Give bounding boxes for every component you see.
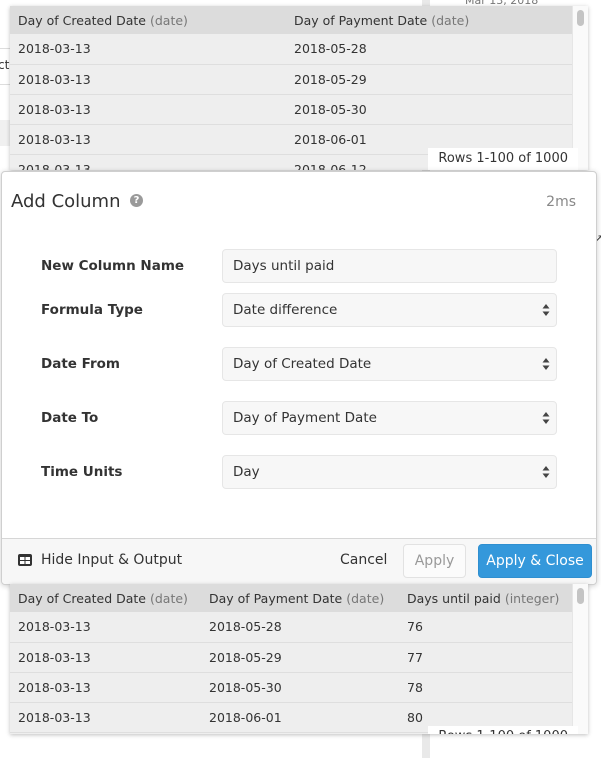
table-cell: 77 xyxy=(399,642,572,673)
table-cell: 2018-03-13 xyxy=(10,642,201,673)
row-count-label: Rows 1-100 of 1000 xyxy=(428,726,578,734)
select-arrows-icon xyxy=(542,358,550,370)
table-header-row: Day of Created Date (date) Day of Paymen… xyxy=(10,584,572,612)
apply-and-close-button[interactable]: Apply & Close xyxy=(478,544,592,578)
scrollbar-thumb[interactable] xyxy=(577,588,584,604)
form-row-time-units: Time Units Day xyxy=(41,455,557,489)
column-header[interactable]: Day of Payment Date (date) xyxy=(286,6,572,34)
column-header[interactable]: Days until paid (integer) xyxy=(399,584,572,612)
table-cell: 2018-05-30 xyxy=(201,672,399,703)
cancel-button[interactable]: Cancel xyxy=(340,552,387,568)
add-column-dialog: Add Column ? 2ms New Column Name Formula… xyxy=(1,171,597,585)
date-to-select[interactable]: Day of Payment Date xyxy=(222,401,557,435)
select-arrows-icon xyxy=(542,466,550,478)
formula-type-select[interactable]: Date difference xyxy=(222,293,557,327)
time-units-select[interactable]: Day xyxy=(222,455,557,489)
table-cell: 2018-05-28 xyxy=(286,34,572,65)
vertical-scrollbar[interactable] xyxy=(572,584,588,734)
table-cell: 2018-06-12 xyxy=(201,732,399,734)
table-cell: 78 xyxy=(399,672,572,703)
column-header[interactable]: Day of Created Date (date) xyxy=(10,584,201,612)
field-label: Date From xyxy=(41,356,120,372)
table-cell: 2018-03-13 xyxy=(10,34,286,65)
field-label: Time Units xyxy=(41,464,123,480)
dialog-footer: Hide Input & Output Cancel Apply Apply &… xyxy=(2,538,596,584)
row-count-label: Rows 1-100 of 1000 xyxy=(428,148,578,170)
new-column-name-input[interactable] xyxy=(222,249,557,283)
field-label: Date To xyxy=(41,410,99,426)
table-row: 2018-03-13 2018-05-28 xyxy=(10,34,572,65)
table-icon xyxy=(18,554,32,566)
form-row-date-to: Date To Day of Payment Date xyxy=(41,401,557,435)
form-row-new-column-name: New Column Name xyxy=(41,249,557,283)
apply-button[interactable]: Apply xyxy=(403,544,466,578)
table-cell: 2018-03-13 xyxy=(10,702,201,733)
table-row: 2018-03-13 2018-05-30 xyxy=(10,94,572,125)
select-value: Date difference xyxy=(233,302,338,318)
table-cell: 2018-03-13 xyxy=(10,124,286,155)
select-arrows-icon xyxy=(542,304,550,316)
form-row-date-from: Date From Day of Created Date xyxy=(41,347,557,381)
select-value: Day of Payment Date xyxy=(233,410,377,426)
table-row: 2018-03-13 2018-05-29 xyxy=(10,64,572,95)
table-cell: 2018-03-13 xyxy=(10,64,286,95)
table-cell: 2018-05-28 xyxy=(201,612,399,643)
field-label: Formula Type xyxy=(41,302,143,318)
table-header-row: Day of Created Date (date) Day of Paymen… xyxy=(10,6,572,34)
form-row-formula-type: Formula Type Date difference xyxy=(41,293,557,327)
table-cell: 2018-05-30 xyxy=(286,94,572,125)
hide-input-output-toggle[interactable]: Hide Input & Output xyxy=(18,552,182,568)
column-header[interactable]: Day of Payment Date (date) xyxy=(201,584,399,612)
table-row: 2018-03-13 2018-05-30 78 xyxy=(10,672,572,703)
date-from-select[interactable]: Day of Created Date xyxy=(222,347,557,381)
vertical-scrollbar[interactable] xyxy=(572,6,588,170)
table-cell: 2018-03-13 xyxy=(10,94,286,125)
table-row: 2018-03-13 2018-05-29 77 xyxy=(10,642,572,673)
table-cell: 2018-03-13 xyxy=(10,672,201,703)
question-circle-icon[interactable]: ? xyxy=(130,194,143,207)
background-left-text: ct xyxy=(0,58,10,72)
dialog-title: Add Column xyxy=(11,191,121,212)
table-cell: 2018-05-29 xyxy=(286,64,572,95)
output-preview-table: Day of Created Date (date) Day of Paymen… xyxy=(10,584,588,734)
table-cell: 2018-06-01 xyxy=(201,702,399,733)
column-header[interactable]: Day of Created Date (date) xyxy=(10,6,286,34)
table-row: 2018-03-13 2018-05-28 76 xyxy=(10,612,572,643)
execution-time: 2ms xyxy=(546,194,576,210)
table-cell: 2018-03-13 xyxy=(10,154,286,170)
table-cell: 2018-05-29 xyxy=(201,642,399,673)
input-preview-table: Day of Created Date (date) Day of Paymen… xyxy=(10,6,588,170)
table-cell: 2018-03-13 xyxy=(10,612,201,643)
table-cell: 76 xyxy=(399,612,572,643)
scrollbar-thumb[interactable] xyxy=(577,10,584,26)
hide-input-output-label: Hide Input & Output xyxy=(41,552,183,568)
select-value: Day of Created Date xyxy=(233,356,372,372)
field-label: New Column Name xyxy=(41,258,185,274)
select-value: Day xyxy=(233,464,260,480)
select-arrows-icon xyxy=(542,412,550,424)
table-cell: 2018-03-13 xyxy=(10,732,201,734)
